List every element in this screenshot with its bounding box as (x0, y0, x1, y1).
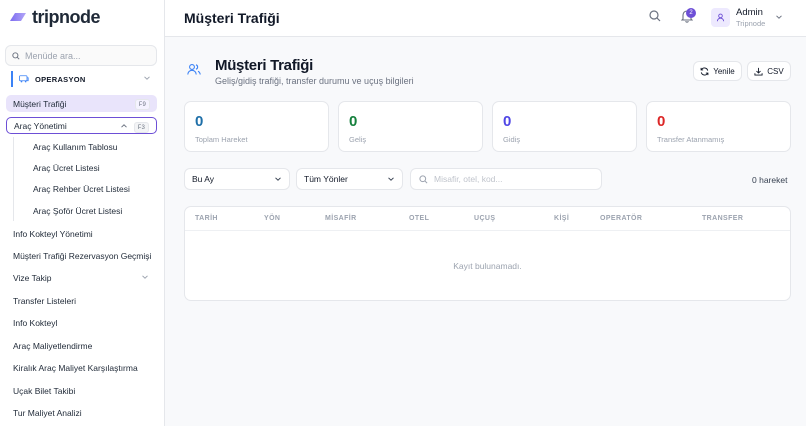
sidebar-item-label: Vize Takip (13, 272, 52, 283)
stat-label: Toplam Hareket (195, 135, 248, 144)
stat-value: 0 (503, 113, 512, 130)
stat-value: 0 (657, 113, 666, 130)
stat-label: Gidiş (503, 135, 521, 144)
chevron-down-icon (144, 76, 150, 80)
page-subtitle: Geliş/gidiş trafiği, transfer durumu ve … (215, 76, 414, 86)
users-icon (187, 64, 201, 75)
sidebar-item-label: Araç Maliyetlendirme (13, 340, 93, 351)
sidebar-subitem-arac-sofor[interactable]: Araç Şoför Ücret Listesi (33, 206, 122, 216)
download-icon (754, 67, 763, 76)
traffic-search (410, 168, 602, 190)
empty-state: Kayıt bulunamadı. (453, 261, 522, 271)
notification-badge: 2 (686, 8, 696, 18)
period-select[interactable]: Bu Ay (184, 168, 290, 190)
sidebar-item-tur-maliyet[interactable]: Tur Maliyet Analizi (6, 404, 157, 421)
brand-name: tripnode (32, 6, 101, 27)
result-count: 0 hareket (752, 175, 788, 185)
traffic-table: TARİH YÖN MİSAFİR OTEL UÇUŞ KİŞİ OPERATÖ… (184, 206, 791, 301)
sidebar-item-arac-yonetimi[interactable]: Araç Yönetimi F3 (6, 117, 157, 134)
stat-card-gelis: 0 Geliş (338, 101, 483, 152)
search-icon (12, 51, 20, 60)
sidebar-item-kiralik-arac[interactable]: Kiralık Araç Maliyet Karşılaştırma (6, 359, 157, 376)
sidebar-item-label: Kiralık Araç Maliyet Karşılaştırma (13, 362, 138, 373)
column-header-otel[interactable]: OTEL (409, 215, 429, 222)
csv-label: CSV (767, 66, 784, 76)
refresh-button[interactable]: Yenile (693, 61, 742, 81)
chevron-down-icon[interactable] (775, 13, 783, 21)
section-label: OPERASYON (35, 74, 86, 84)
chevron-down-icon (275, 177, 281, 181)
sidebar-item-info-kokteyl[interactable]: Info Kokteyl (6, 314, 157, 331)
direction-select[interactable]: Tüm Yönler (296, 168, 403, 190)
search-icon (419, 174, 428, 183)
sidebar-subitem-arac-kullanim[interactable]: Araç Kullanım Tablosu (33, 142, 117, 152)
sidebar-item-rezervasyon-gecmisi[interactable]: Müşteri Trafiği Rezervasyon Geçmişi (6, 247, 157, 264)
sidebar-item-arac-maliyetlendirme[interactable]: Araç Maliyetlendirme (6, 337, 157, 354)
submenu-guide-line (13, 137, 14, 221)
stat-value: 0 (349, 113, 358, 130)
logo-mark-icon (10, 13, 26, 21)
stat-value: 0 (195, 113, 204, 130)
menu-search (5, 45, 157, 66)
topbar: Müşteri Trafiği 2 Admin Tripnode (165, 0, 806, 37)
column-header-operator[interactable]: OPERATÖR (600, 215, 642, 222)
stat-card-total: 0 Toplam Hareket (184, 101, 329, 152)
direction-select-value: Tüm Yönler (304, 174, 348, 184)
sidebar-item-musteri-trafigi[interactable]: Müşteri Trafiği F9 (6, 95, 157, 112)
bus-icon (19, 75, 29, 83)
sidebar-item-label: Tur Maliyet Analizi (13, 407, 82, 418)
section-operasyon[interactable]: OPERASYON (11, 71, 155, 87)
column-header-ucus[interactable]: UÇUŞ (474, 215, 495, 222)
sidebar-item-vize-takip[interactable]: Vize Takip (6, 269, 157, 286)
user-name: Admin (736, 7, 763, 18)
column-header-kisi[interactable]: KİŞİ (554, 215, 569, 222)
search-icon[interactable] (649, 10, 661, 22)
refresh-label: Yenile (713, 66, 735, 76)
sidebar-subitem-arac-rehber[interactable]: Araç Rehber Ücret Listesi (33, 184, 130, 194)
topbar-title: Müşteri Trafiği (184, 10, 280, 26)
menu-search-input[interactable] (25, 50, 145, 61)
shortcut-badge: F9 (134, 99, 150, 110)
period-select-value: Bu Ay (192, 174, 215, 184)
table-header: TARİH YÖN MİSAFİR OTEL UÇUŞ KİŞİ OPERATÖ… (185, 207, 790, 231)
user-org: Tripnode (736, 19, 766, 28)
sidebar-item-label: Info Kokteyl Yönetimi (13, 228, 93, 239)
brand-logo[interactable]: tripnode (8, 6, 101, 27)
avatar[interactable] (711, 8, 730, 27)
sidebar-subitem-arac-ucret[interactable]: Araç Ücret Listesi (33, 163, 100, 173)
chevron-up-icon (121, 124, 127, 128)
user-icon (716, 13, 725, 22)
traffic-search-input[interactable] (434, 174, 594, 184)
sidebar-item-label: Müşteri Trafiği (13, 98, 67, 109)
sidebar-item-transfer-listeleri[interactable]: Transfer Listeleri (6, 292, 157, 309)
column-header-transfer[interactable]: TRANSFER (702, 215, 743, 222)
shortcut-badge: F3 (133, 122, 149, 133)
sidebar-item-label: Müşteri Trafiği Rezervasyon Geçmişi (13, 250, 152, 261)
stat-label: Transfer Atanmamış (657, 135, 725, 144)
sidebar-item-label: Info Kokteyl (13, 317, 58, 328)
sidebar: tripnode OPERASYON Müşteri Trafiği F9 Ar… (0, 0, 165, 426)
sidebar-item-ucak-bilet[interactable]: Uçak Bilet Takibi (6, 382, 157, 399)
chevron-down-icon (142, 275, 148, 279)
sidebar-item-label: Uçak Bilet Takibi (13, 385, 76, 396)
sidebar-item-label: Transfer Listeleri (13, 295, 76, 306)
sidebar-item-label: Araç Yönetimi (14, 120, 67, 131)
column-header-misafir[interactable]: MİSAFİR (325, 215, 357, 222)
csv-button[interactable]: CSV (747, 61, 791, 81)
column-header-tarih[interactable]: TARİH (195, 215, 218, 222)
page-title: Müşteri Trafiği (215, 57, 314, 74)
stat-label: Geliş (349, 135, 367, 144)
chevron-down-icon (388, 177, 394, 181)
refresh-icon (700, 67, 709, 75)
column-header-yon[interactable]: YÖN (264, 215, 280, 222)
stat-card-transfer-atanmamis: 0 Transfer Atanmamış (646, 101, 791, 152)
sidebar-item-info-kokteyl-yonetimi[interactable]: Info Kokteyl Yönetimi (6, 225, 157, 242)
stat-card-gidis: 0 Gidiş (492, 101, 637, 152)
